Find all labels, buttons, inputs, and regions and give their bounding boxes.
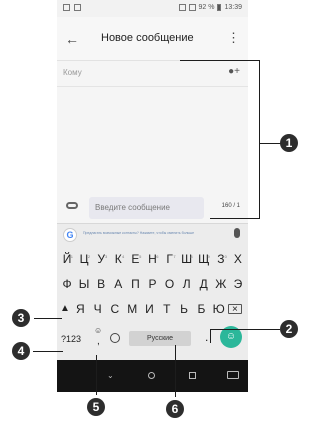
- key[interactable]: К4: [110, 249, 126, 269]
- key[interactable]: Е5: [127, 249, 143, 269]
- key[interactable]: С: [107, 299, 123, 319]
- no-sim-icon: [188, 4, 196, 11]
- key[interactable]: Х: [230, 249, 246, 269]
- key[interactable]: Д: [196, 274, 212, 294]
- key[interactable]: Ч: [90, 299, 106, 319]
- key[interactable]: М: [124, 299, 140, 319]
- suggestion-strip: G Предлагать возможные контакты? Нажмите…: [57, 224, 248, 246]
- space-key[interactable]: Русские: [129, 331, 191, 346]
- attach-icon[interactable]: [66, 202, 78, 209]
- numbers-key[interactable]: ?123: [61, 334, 81, 344]
- key[interactable]: Г7: [162, 249, 178, 269]
- callout-3-line: [34, 318, 62, 319]
- recipient-input[interactable]: Кому: [63, 68, 82, 77]
- globe-icon[interactable]: [110, 333, 120, 343]
- nav-recent-icon[interactable]: [189, 372, 196, 379]
- add-person-icon[interactable]: ●+: [228, 66, 240, 77]
- key-row-3: ▲ Я Ч С М И Т Ь Б Ю ×: [59, 299, 246, 319]
- key-hint: 2: [87, 254, 91, 259]
- key[interactable]: Р: [144, 274, 160, 294]
- callout-2-line-v: [210, 329, 211, 343]
- app-bar: ← Новое сообщение ⋮: [57, 17, 248, 61]
- recipient-row[interactable]: Кому ●+: [57, 61, 248, 87]
- key[interactable]: Ж: [213, 274, 229, 294]
- nav-home-icon[interactable]: [148, 372, 155, 379]
- callout-2: 2: [280, 320, 298, 338]
- status-bar: 92 % 13:39: [57, 0, 248, 17]
- key-hint: 6: [156, 254, 159, 259]
- battery-icon: [217, 4, 222, 11]
- key-hint: 0: [224, 254, 227, 259]
- callout-1-bracket-side: [259, 60, 260, 219]
- callout-3: 3: [12, 309, 30, 327]
- key[interactable]: Ф: [59, 274, 75, 294]
- key[interactable]: Э: [230, 274, 246, 294]
- message-area: [57, 87, 248, 193]
- key[interactable]: Н6: [144, 249, 160, 269]
- more-options-icon[interactable]: ⋮: [227, 30, 240, 46]
- callout-2-line: [210, 329, 280, 330]
- callout-5-line: [96, 355, 97, 395]
- key[interactable]: А: [110, 274, 126, 294]
- callout-6-line: [175, 345, 176, 397]
- callout-1-connector: [259, 143, 281, 144]
- key[interactable]: В: [93, 274, 109, 294]
- key-hint: 3: [104, 254, 108, 259]
- callout-1: 1: [280, 134, 298, 152]
- key-hint: 8: [190, 254, 193, 259]
- callout-1-bracket-bottom: [210, 218, 260, 219]
- signal-icon: [178, 4, 186, 11]
- key[interactable]: О: [162, 274, 178, 294]
- key-hint: 5: [139, 254, 142, 259]
- period-key[interactable]: .: [205, 330, 208, 344]
- nav-bar: ⌄: [57, 360, 248, 392]
- google-g-icon[interactable]: G: [63, 228, 77, 242]
- battery-percent: 92 %: [198, 4, 215, 11]
- emoji-icon[interactable]: ☺: [94, 326, 102, 335]
- key-row-1: Й1Ц2У3К4Е5Н6Г7Ш8Щ9З0Х: [59, 249, 246, 269]
- key[interactable]: Я: [72, 299, 88, 319]
- key-hint: 9: [207, 254, 210, 259]
- suggestion-text[interactable]: Предлагать возможные контакты? Нажмите, …: [83, 231, 223, 235]
- mic-icon[interactable]: [234, 228, 240, 238]
- key-hint: 4: [122, 254, 125, 259]
- key[interactable]: У3: [93, 249, 109, 269]
- image-icon: [74, 4, 81, 11]
- key[interactable]: Ь: [176, 299, 192, 319]
- clock: 13:39: [224, 4, 242, 11]
- comma-key[interactable]: ,: [97, 336, 100, 347]
- nav-back-icon[interactable]: ⌄: [107, 371, 114, 380]
- keyboard-switch-icon[interactable]: [227, 371, 239, 379]
- key[interactable]: Ш8: [179, 249, 195, 269]
- key[interactable]: П: [127, 274, 143, 294]
- key[interactable]: Т: [159, 299, 175, 319]
- callout-4: 4: [12, 342, 30, 360]
- key[interactable]: Щ9: [196, 249, 212, 269]
- shift-icon[interactable]: ▲: [59, 299, 71, 319]
- key[interactable]: Ц2: [76, 249, 92, 269]
- callout-1-bracket-top: [180, 60, 260, 61]
- key[interactable]: Б: [193, 299, 209, 319]
- char-counter: 160 / 1: [221, 203, 240, 209]
- key[interactable]: Ы: [76, 274, 92, 294]
- page-title: Новое сообщение: [101, 32, 194, 44]
- key[interactable]: Й1: [59, 249, 75, 269]
- key-row-2: ФЫВАПРОЛДЖЭ: [59, 274, 246, 294]
- message-input[interactable]: Введите сообщение: [89, 197, 204, 219]
- backspace-icon[interactable]: ×: [227, 304, 242, 315]
- keyboard: G Предлагать возможные контакты? Нажмите…: [57, 223, 248, 360]
- phone-screen: 92 % 13:39 ← Новое сообщение ⋮ Кому ●+ В…: [57, 0, 248, 392]
- usb-icon: [63, 4, 70, 11]
- key-hint: 1: [70, 254, 73, 259]
- key-hint: 7: [173, 254, 176, 259]
- key[interactable]: Л: [179, 274, 195, 294]
- callout-5: 5: [87, 398, 105, 416]
- back-arrow-icon[interactable]: ←: [65, 31, 79, 47]
- callout-4-line: [33, 351, 63, 352]
- key[interactable]: З0: [213, 249, 229, 269]
- callout-6: 6: [166, 400, 184, 418]
- key[interactable]: И: [141, 299, 157, 319]
- key[interactable]: Ю: [211, 299, 227, 319]
